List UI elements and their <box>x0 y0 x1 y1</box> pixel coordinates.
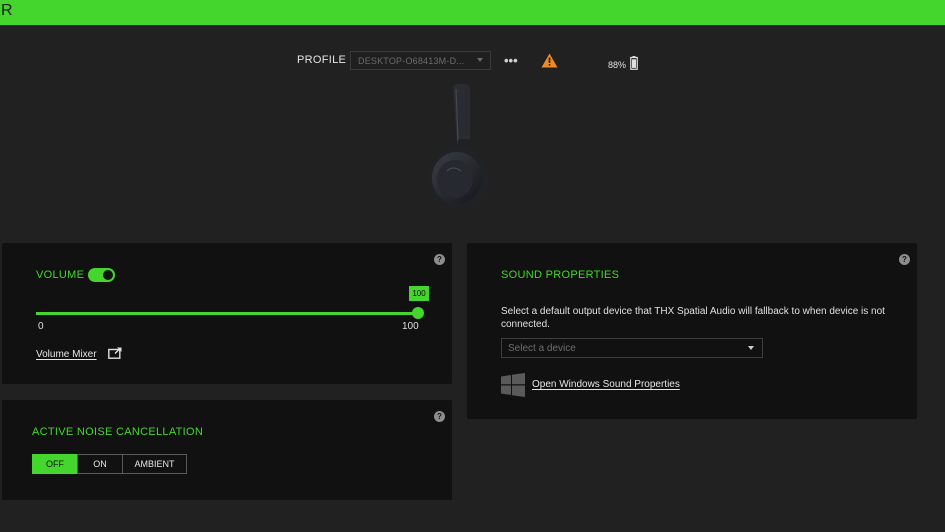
app-letter: R <box>1 2 13 19</box>
sound-help-icon[interactable]: ? <box>899 254 910 265</box>
anc-option-ambient[interactable]: AMBIENT <box>122 454 187 474</box>
sound-properties-title: SOUND PROPERTIES <box>501 269 620 281</box>
chevron-down-icon <box>748 346 754 350</box>
external-link-icon[interactable] <box>108 347 122 359</box>
battery-percentage: 88% <box>608 60 627 70</box>
device-select-placeholder: Select a device <box>508 343 576 354</box>
anc-option-on[interactable]: ON <box>77 454 123 474</box>
volume-mixer-link[interactable]: Volume Mixer <box>36 349 97 360</box>
volume-value-badge: 100 <box>409 286 429 301</box>
battery-icon <box>630 56 638 70</box>
headset-image <box>429 83 489 207</box>
open-windows-sound-link[interactable]: Open Windows Sound Properties <box>532 379 680 390</box>
anc-help-icon[interactable]: ? <box>434 411 445 422</box>
anc-card <box>2 400 452 500</box>
volume-slider-track[interactable] <box>36 312 418 315</box>
toggle-knob <box>103 270 113 280</box>
anc-title: ACTIVE NOISE CANCELLATION <box>32 426 204 438</box>
warning-triangle-icon[interactable] <box>541 53 558 68</box>
title-bar: R <box>0 0 945 25</box>
windows-logo-icon <box>501 373 525 397</box>
volume-slider-thumb[interactable] <box>412 307 424 319</box>
profile-select[interactable]: DESKTOP-O68413M-D... <box>350 51 491 70</box>
anc-option-off[interactable]: OFF <box>32 454 78 474</box>
volume-title: VOLUME <box>36 269 85 281</box>
profile-label: PROFILE <box>297 54 347 66</box>
more-options-button[interactable]: ••• <box>504 53 518 68</box>
volume-toggle[interactable] <box>88 268 115 282</box>
volume-max-label: 100 <box>402 321 419 332</box>
sound-properties-description: Select a default output device that THX … <box>501 306 885 330</box>
device-select[interactable]: Select a device <box>501 338 763 358</box>
volume-help-icon[interactable]: ? <box>434 254 445 265</box>
profile-select-value: DESKTOP-O68413M-D... <box>358 56 465 66</box>
volume-min-label: 0 <box>38 321 44 332</box>
chevron-down-icon <box>477 58 483 62</box>
